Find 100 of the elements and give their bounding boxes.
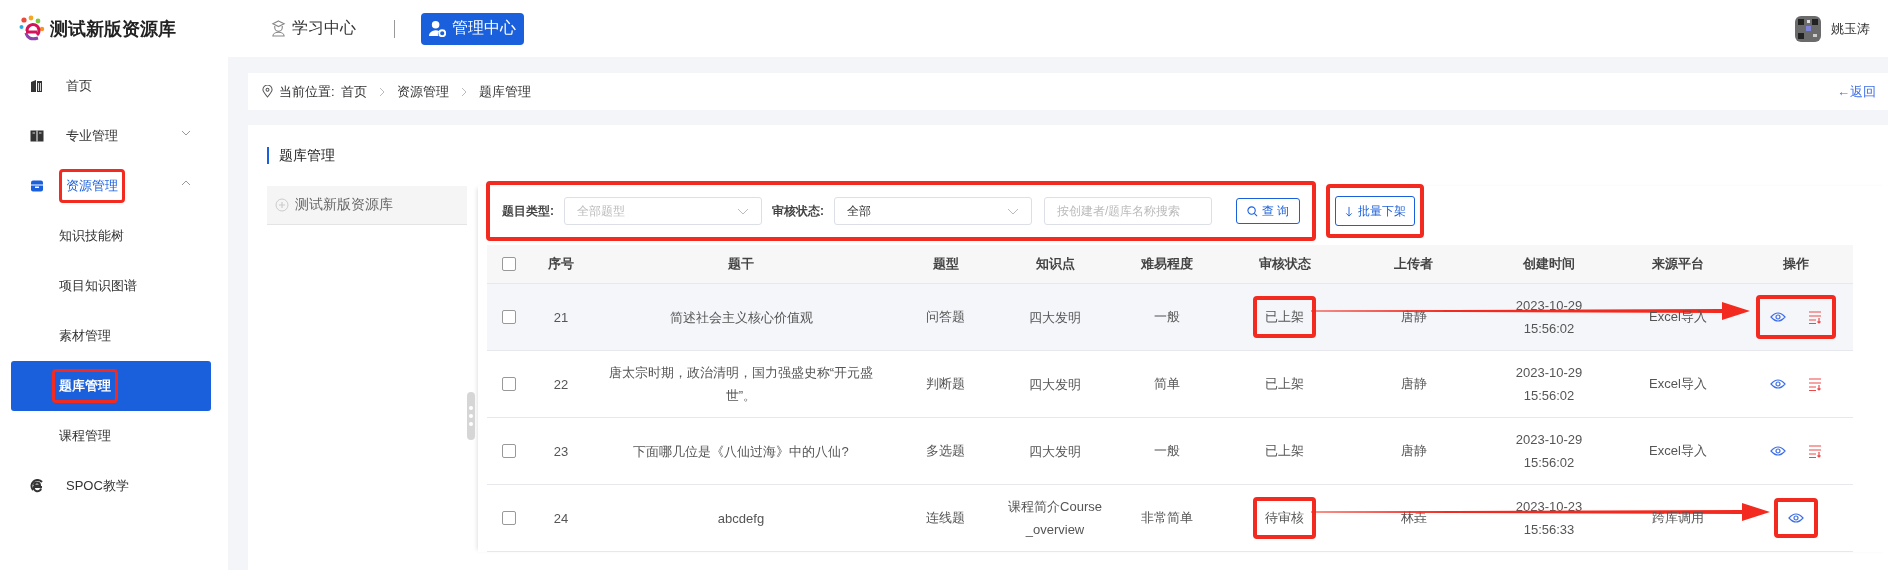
checkbox[interactable] [502,310,516,324]
list-down-icon[interactable] [1808,444,1822,458]
sidebar-subitem[interactable]: 题库管理 [11,361,211,411]
column-header: 知识点 [1034,255,1076,273]
status-label: 审核状态: [772,202,824,220]
sidebar-item[interactable]: 专业管理 [0,111,228,161]
sidebar-subitem[interactable]: 知识技能树 [11,211,211,261]
sidebar-subitem[interactable]: 素材管理 [11,311,211,361]
sidebar-subitem[interactable]: 课程管理 [11,411,211,461]
status-text: 已上架 [1253,296,1316,338]
breadcrumb-link[interactable]: 首页 [340,82,367,101]
table-cell: 唐静 [1400,442,1427,460]
table-cell-text: 唐太宗时期，政治清明，国力强盛史称“开元盛世”。 [607,364,875,405]
table-cell-text: 四大发明 [1028,375,1082,394]
query-button[interactable]: 查 询 [1236,198,1300,224]
table-cell-text: 课程简介Course_overview [1007,498,1103,539]
table-cell-text: 四大发明 [1028,442,1082,461]
app-title: 测试新版资源库 [50,17,176,41]
table-cell: 问答题 [926,308,965,326]
chevron-right-icon [460,86,467,97]
breadcrumb-link[interactable]: 资源管理 [396,82,449,101]
caret-icon [1007,207,1019,215]
table-cell: 一般 [1153,442,1180,460]
table-cell: 判断题 [926,375,965,393]
table-cell: 22 [553,376,569,392]
table-cell: Excel导入 [1649,375,1707,393]
search-icon [1246,205,1258,217]
arrow-down-icon [1344,205,1353,217]
status-text: 已上架 [1264,442,1305,460]
list-down-icon[interactable] [1808,377,1822,391]
back-link[interactable]: ←返回 [1837,82,1876,101]
table-row[interactable]: 21 简述社会主义核心价值观 问答题 四大发明 一般 已上架 唐静 2023-10-29 15:56:02 Excel导入 [487,284,1853,351]
search-field[interactable]: 按创建者/题库名称搜索 [1044,197,1212,225]
status-text: 待审核 [1253,497,1316,539]
view-icon[interactable] [1770,312,1786,322]
table-cell-text: 2023-10-29 15:56:02 [1514,364,1584,405]
checkbox[interactable] [502,444,516,458]
table-cell: 唐静 [1400,375,1427,393]
column-header: 题干 [727,255,755,273]
breadcrumb-link[interactable]: 题库管理 [478,82,531,101]
table-cell: 21 [553,309,569,325]
column-header: 操作 [1782,255,1810,273]
table-cell: 非常简单 [1140,509,1193,527]
sidebar-subitem[interactable]: 项目知识图谱 [11,261,211,311]
column-header: 来源平台 [1651,255,1705,273]
avatar[interactable] [1795,14,1821,43]
batch-unshelve-button[interactable]: 批量下架 [1335,196,1415,226]
user-gear-icon [429,20,446,37]
table-cell: Excel导入 [1649,308,1707,326]
table-cell: 简单 [1153,375,1180,393]
nav-tab[interactable]: 学习中心 [263,12,364,45]
collapse-handle[interactable] [467,392,475,440]
checkbox[interactable] [502,511,516,525]
logo-icon [18,14,46,43]
table-cell: 多选题 [926,442,965,460]
checkbox[interactable] [502,257,516,271]
table-cell: 24 [553,510,569,526]
table-cell-text: abcdefg [717,509,765,528]
breadcrumb-label: 当前位置: [279,82,335,101]
chevron-right-icon [378,86,385,97]
table-cell-text: 下面哪几位是《八仙过海》中的八仙? [633,442,849,461]
table-row[interactable]: 24 abcdefg 连线题 课程简介Course_overview 非常简单 待审核 林垚 2023-10-23 15:56:33 跨库调用 [487,485,1853,552]
table-cell-text: 2023-10-29 15:56:02 [1514,431,1584,472]
sidebar-item[interactable]: 资源管理 [0,161,228,211]
caret-icon [737,207,749,215]
status-text: 已上架 [1264,375,1305,393]
status-select[interactable]: 全部 [834,197,1032,225]
table-cell-text: 2023-10-23 15:56:33 [1514,498,1584,539]
column-header: 审核状态 [1257,255,1312,273]
column-header: 创建时间 [1522,255,1576,273]
view-icon[interactable] [1770,379,1786,389]
nav-tab[interactable]: 管理中心 [421,12,524,45]
chevron-icon [181,130,191,136]
page-title: 题库管理 [267,147,1888,164]
location-icon [262,85,273,98]
table-cell: 连线题 [926,509,965,527]
table-row[interactable]: 22 唐太宗时期，政治清明，国力强盛史称“开元盛世”。 判断题 四大发明 简单 已上架 唐静 2023-10-29 15:56:02 Excel导入 [487,351,1853,418]
table-cell-text: 四大发明 [1028,308,1082,327]
graduate-icon [271,20,286,37]
list-down-icon[interactable] [1808,310,1822,324]
table-cell-text: 2023-10-29 15:56:02 [1514,297,1584,338]
sidebar-item[interactable]: SPOC教学 [0,461,228,511]
view-icon[interactable] [1788,513,1804,523]
sidebar-item[interactable]: 首页 [0,61,228,111]
table-cell: Excel导入 [1649,442,1707,460]
chevron-icon [181,180,191,186]
table-row[interactable]: 23 下面哪几位是《八仙过海》中的八仙? 多选题 四大发明 一般 已上架 唐静 2023-10-29 15:56:02 Excel导入 [487,418,1853,485]
checkbox[interactable] [502,377,516,391]
book-icon [30,129,44,143]
table-cell: 唐静 [1400,308,1427,326]
column-header: 序号 [547,255,575,273]
user-name[interactable]: 姚玉涛 [1831,19,1870,38]
column-header: 上传者 [1393,255,1434,273]
browser-e-icon [30,479,44,493]
plus-circle-icon [275,198,289,212]
building-icon [30,79,44,93]
tree-item[interactable]: 测试新版资源库 [267,186,467,225]
type-label: 题目类型: [502,202,554,220]
column-header: 题型 [931,255,960,273]
view-icon[interactable] [1770,446,1786,456]
